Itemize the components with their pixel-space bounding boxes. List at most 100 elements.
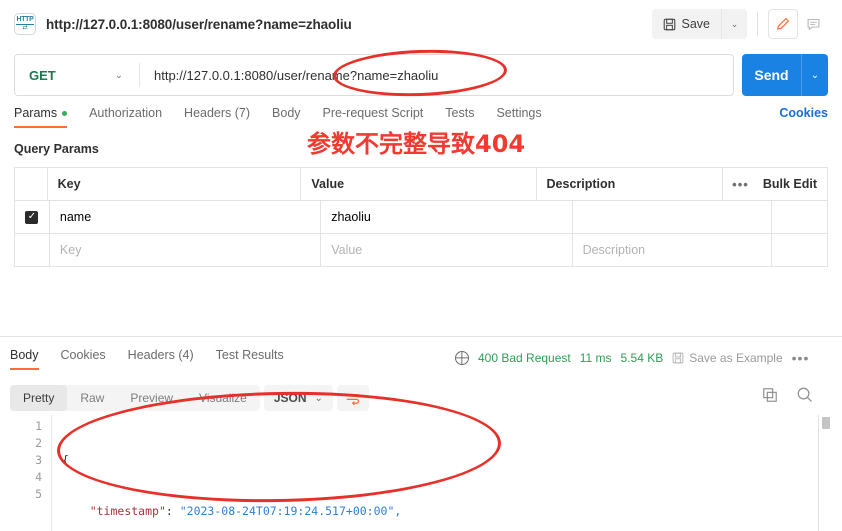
response-format-bar: Pretty Raw Preview Visualize JSON ⌄ bbox=[10, 385, 369, 411]
response-tab-cookies[interactable]: Cookies bbox=[61, 348, 106, 368]
tab-params-label: Params bbox=[14, 106, 58, 120]
tab-tests[interactable]: Tests bbox=[445, 106, 474, 126]
tab-authorization[interactable]: Authorization bbox=[89, 106, 162, 126]
placeholder-key[interactable]: Key bbox=[50, 234, 322, 266]
line-number: 1 bbox=[35, 419, 42, 433]
params-modified-dot bbox=[62, 111, 68, 117]
response-scrollbar-thumb[interactable] bbox=[822, 417, 830, 429]
json-line-1: { bbox=[62, 452, 789, 469]
url-bar: GET ⌄ http://127.0.0.1:8080/user/rename?… bbox=[14, 54, 734, 96]
send-dropdown-button[interactable]: ⌄ bbox=[802, 70, 828, 81]
header-divider bbox=[757, 12, 758, 36]
row-actions-cell bbox=[772, 201, 827, 233]
format-tab-group: Pretty Raw Preview Visualize bbox=[10, 385, 260, 411]
globe-icon bbox=[455, 351, 469, 365]
response-size: 5.54 KB bbox=[620, 351, 664, 365]
row-description[interactable] bbox=[573, 201, 773, 233]
url-input[interactable]: http://127.0.0.1:8080/user/rename?name=z… bbox=[140, 55, 733, 95]
json-value: "2023-08-24T07:19:24.517+00:00", bbox=[179, 504, 402, 518]
header-description: Description bbox=[537, 168, 724, 200]
response-tab-test-results[interactable]: Test Results bbox=[216, 348, 284, 368]
cookies-link[interactable]: Cookies bbox=[779, 106, 828, 120]
placeholder-description[interactable]: Description bbox=[573, 234, 773, 266]
tab-params[interactable]: Params bbox=[14, 106, 68, 128]
gutter-divider bbox=[51, 415, 52, 531]
row-key[interactable]: name bbox=[50, 201, 322, 233]
table-header-row: Key Value Description ••• Bulk Edit bbox=[15, 168, 827, 201]
format-tab-visualize[interactable]: Visualize bbox=[186, 385, 260, 411]
response-tab-headers[interactable]: Headers (4) bbox=[128, 348, 194, 368]
response-time: 11 ms bbox=[579, 351, 612, 365]
response-tab-bar: Body Cookies Headers (4) Test Results bbox=[10, 348, 306, 370]
edit-request-button[interactable] bbox=[768, 9, 798, 39]
chevron-down-icon: ⌄ bbox=[114, 69, 123, 81]
json-line-1-text: { bbox=[62, 453, 69, 467]
placeholder-value[interactable]: Value bbox=[321, 234, 573, 266]
chevron-down-icon: ⌄ bbox=[314, 392, 323, 404]
param-enabled-checkbox[interactable]: ✓ bbox=[25, 210, 39, 224]
language-label: JSON bbox=[273, 391, 307, 405]
format-tab-pretty[interactable]: Pretty bbox=[10, 385, 68, 411]
save-button[interactable]: Save bbox=[652, 9, 722, 39]
comments-button[interactable] bbox=[798, 9, 828, 39]
save-group: Save ⌄ bbox=[651, 9, 747, 39]
header-actions-cell: ••• Bulk Edit bbox=[723, 168, 827, 200]
save-dropdown-button[interactable]: ⌄ bbox=[721, 9, 747, 39]
annotation-text: 参数不完整导致404 bbox=[307, 130, 526, 158]
check-icon: ✓ bbox=[27, 211, 37, 222]
http-method-label: GET bbox=[29, 67, 56, 83]
format-tab-raw[interactable]: Raw bbox=[67, 385, 117, 411]
floppy-disk-icon bbox=[672, 352, 684, 364]
line-number: 4 bbox=[35, 470, 42, 484]
copy-icon[interactable] bbox=[762, 387, 778, 403]
header-actions: Save ⌄ bbox=[651, 9, 829, 39]
row-value[interactable]: zhaoliu bbox=[321, 201, 573, 233]
wrap-text-icon bbox=[346, 394, 360, 405]
json-key: "timestamp" bbox=[89, 504, 166, 518]
comment-icon bbox=[807, 18, 819, 31]
floppy-disk-icon bbox=[663, 18, 675, 30]
response-body-tools bbox=[762, 386, 813, 403]
response-scrollbar-track bbox=[818, 415, 819, 531]
ellipsis-icon[interactable]: ••• bbox=[732, 177, 749, 192]
language-selector[interactable]: JSON ⌄ bbox=[263, 385, 333, 411]
format-tab-preview[interactable]: Preview bbox=[117, 385, 186, 411]
placeholder-actions-cell bbox=[772, 234, 827, 266]
pane-divider[interactable] bbox=[0, 336, 842, 337]
search-icon[interactable] bbox=[796, 386, 813, 403]
response-meta: 400 Bad Request 11 ms 5.54 KB Save as Ex… bbox=[455, 350, 809, 366]
page-title: http://127.0.0.1:8080/user/rename?name=z… bbox=[46, 16, 352, 32]
pencil-icon bbox=[776, 17, 790, 30]
status-badge: 400 Bad Request bbox=[478, 351, 571, 365]
header-checkbox-cell bbox=[15, 168, 48, 200]
response-body-viewer[interactable]: 1 2 3 4 5 { "timestamp": "2023-08-24T07:… bbox=[10, 415, 832, 531]
table-row[interactable]: ✓ name zhaoliu bbox=[15, 201, 827, 234]
json-code-lines: { "timestamp": "2023-08-24T07:19:24.517+… bbox=[62, 415, 789, 531]
wrap-text-button[interactable] bbox=[336, 385, 369, 411]
bulk-edit-button[interactable]: Bulk Edit bbox=[763, 177, 817, 191]
line-number: 3 bbox=[35, 453, 42, 467]
line-number: 2 bbox=[35, 436, 42, 450]
http-protocol-icon: HTTP ⇄ bbox=[14, 13, 36, 35]
save-as-example-label: Save as Example bbox=[689, 351, 783, 365]
tab-pre-request-script[interactable]: Pre-request Script bbox=[323, 106, 424, 126]
tab-headers[interactable]: Headers (7) bbox=[184, 106, 250, 126]
save-as-example-button[interactable]: Save as Example bbox=[672, 351, 783, 365]
query-params-table: Key Value Description ••• Bulk Edit ✓ na… bbox=[14, 167, 828, 267]
table-row-placeholder[interactable]: Key Value Description bbox=[15, 234, 827, 267]
header-value: Value bbox=[301, 168, 537, 200]
json-line-2: "timestamp": "2023-08-24T07:19:24.517+00… bbox=[89, 504, 402, 518]
tab-body[interactable]: Body bbox=[272, 106, 301, 126]
tab-settings[interactable]: Settings bbox=[496, 106, 541, 126]
row-checkbox-cell: ✓ bbox=[15, 201, 50, 233]
response-tab-body[interactable]: Body bbox=[10, 348, 39, 370]
save-button-label: Save bbox=[681, 17, 711, 31]
line-number: 5 bbox=[35, 487, 42, 501]
send-button[interactable]: Send bbox=[742, 67, 801, 83]
response-more-options-button[interactable]: ••• bbox=[792, 350, 810, 366]
line-number-gutter: 1 2 3 4 5 bbox=[10, 415, 42, 503]
postman-window: HTTP ⇄ http://127.0.0.1:8080/user/rename… bbox=[0, 0, 842, 531]
query-params-heading: Query Params bbox=[14, 142, 99, 156]
request-header: HTTP ⇄ http://127.0.0.1:8080/user/rename… bbox=[0, 0, 842, 48]
http-method-selector[interactable]: GET ⌄ bbox=[15, 55, 139, 95]
